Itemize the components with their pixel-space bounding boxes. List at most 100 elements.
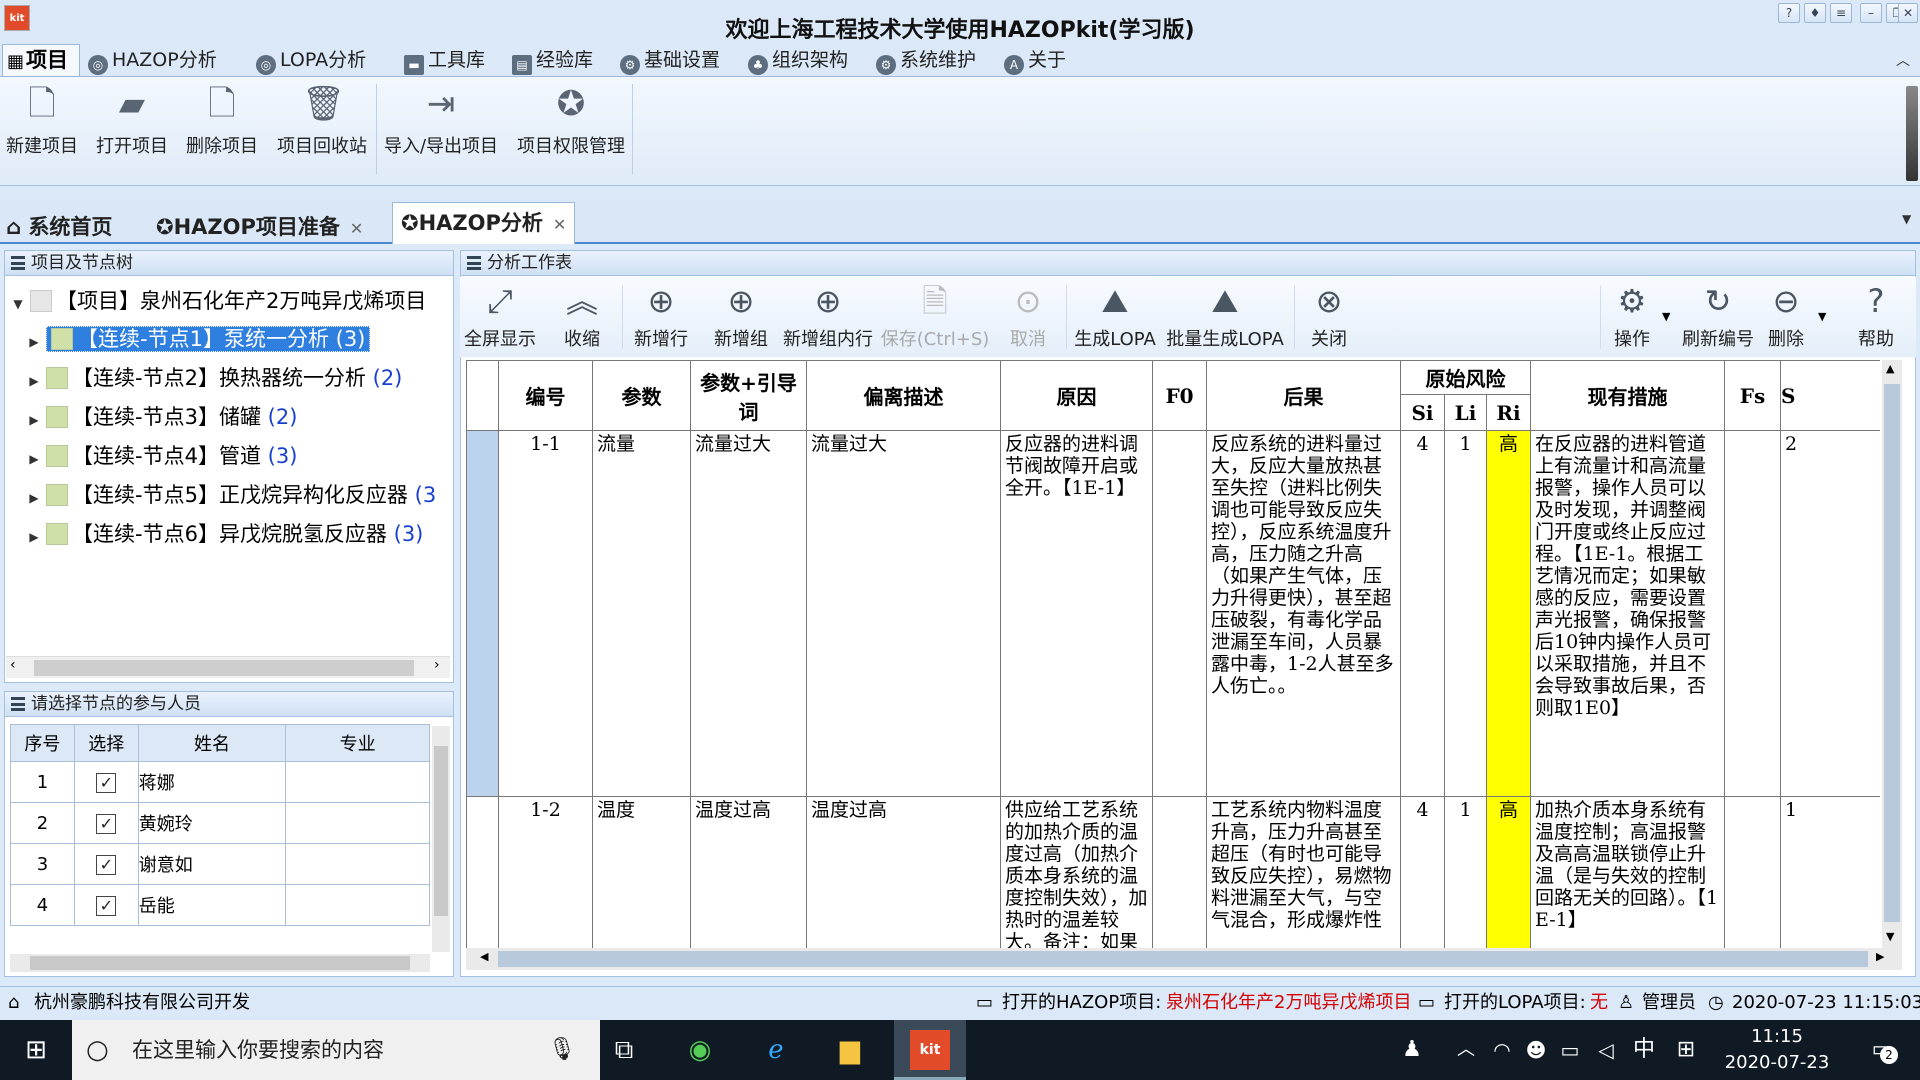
menu-item-org[interactable]: ♣ 组织架构 [748,46,848,75]
menu-item-about[interactable]: A 关于 [1004,46,1066,75]
cell-consequence[interactable]: 反应系统的进料量过大，反应大量放热甚至失控（进料比例失调也可能导致反应失控），反… [1206,430,1401,797]
row-selector[interactable] [466,430,499,797]
add-row-button[interactable]: ⊕ 新增行 [626,281,696,353]
microphone-icon[interactable]: 🎙 [548,1020,576,1080]
grid-horizontal-scrollbar[interactable]: ◀ ▶ [466,948,1902,970]
add-row-in-group-button[interactable]: ⊕ 新增组内行 [780,281,876,353]
tree-node-6[interactable]: ▶ 【连续-节点6】异戊烷脱氢反应器 (3) [22,517,462,551]
scrollbar-thumb[interactable] [34,660,414,676]
minimize-button[interactable]: – [1860,3,1882,23]
scroll-left-icon[interactable]: ◀ [480,950,488,963]
generate-lopa-button[interactable]: ⛰ 生成LOPA [1070,281,1160,353]
scroll-down-icon[interactable]: ▼ [1886,930,1894,943]
tree-node-3[interactable]: ▶ 【连续-节点3】储罐 (2) [22,400,462,434]
internet-explorer-icon[interactable]: ℯ [754,1028,798,1072]
cell-s[interactable]: 2 [1780,430,1880,797]
table-row[interactable]: 4 ✓ 岳能 [10,884,430,926]
expand-arrow-icon[interactable]: ▶ [22,520,46,551]
close-tab-icon[interactable]: ✕ [350,219,363,238]
cancel-button[interactable]: ⊙ 取消 [1000,281,1056,353]
select-checkbox[interactable]: ✓ [96,895,117,916]
cell-ri[interactable]: 高 [1486,430,1531,797]
close-window-button[interactable]: ✕ [1898,3,1918,23]
table-row[interactable]: 1-2 温度 温度过高 温度过高 供应给工艺系统的加热介质的温度过高（加热介质本… [466,796,1880,948]
tree-node-5[interactable]: ▶ 【连续-节点5】正戊烷异构化反应器 (3 [22,478,450,512]
new-project-button[interactable]: 🗋 新建项目 [4,82,80,178]
cell-measures[interactable]: 在反应器的进料管道上有流量计和高流量报警，操作人员可以及时发现，并调整阀门开度或… [1530,430,1725,797]
tree-root[interactable]: ▼ 【项目】泉州石化年产2万吨异戊烯项目 [6,284,446,318]
select-checkbox[interactable]: ✓ [96,772,117,793]
operations-button[interactable]: ⚙ 操作 [1606,281,1658,353]
expand-arrow-icon[interactable]: ▶ [22,364,46,395]
cell-param[interactable]: 流量 [592,430,691,797]
expand-arrow-icon[interactable]: ▶ [22,442,46,473]
scroll-left-icon[interactable]: ‹ [10,657,16,673]
menu-item-tools[interactable]: ▬ 工具库 [404,46,485,75]
cell-no[interactable]: 1-1 [498,430,593,797]
collapse-arrow-icon[interactable]: ▼ [6,287,30,318]
tab-list-dropdown-icon[interactable]: ▼ [1902,212,1911,226]
grid-vertical-scrollbar[interactable]: ▲ ▼ [1882,360,1902,948]
ime-mode-icon[interactable]: ⊞ [1664,1028,1708,1072]
table-row[interactable]: 1-1 流量 流量过大 流量过大 反应器的进料调节阀故障开启或全开。【1E-1】… [466,430,1880,797]
people-icon[interactable]: ♟ [1390,1028,1434,1072]
recycle-bin-button[interactable]: 🗑 项目回收站 [274,82,370,178]
refresh-numbering-button[interactable]: ↻ 刷新编号 [1680,281,1756,353]
scroll-right-icon[interactable]: › [434,657,440,673]
import-export-button[interactable]: ⇥ 导入/导出项目 [382,82,500,178]
select-checkbox[interactable]: ✓ [96,854,117,875]
scrollbar-thumb[interactable] [434,746,448,916]
cell-param-guide[interactable]: 流量过大 [690,430,807,797]
scrollbar-thumb[interactable] [498,951,1868,967]
help-button[interactable]: ? 帮助 [1850,281,1902,353]
cell-deviation[interactable]: 流量过大 [806,430,1001,797]
menu-item-project[interactable]: ▦项目 [2,44,80,76]
select-checkbox[interactable]: ✓ [96,813,117,834]
task-view-icon[interactable]: ⧉ [602,1028,646,1072]
open-project-button[interactable]: ▰ 打开项目 [94,82,170,178]
cell-fs[interactable] [1724,796,1781,948]
save-button[interactable]: 🗎 保存(Ctrl+S) [880,281,990,353]
cell-param-guide[interactable]: 温度过高 [690,796,807,948]
taskbar-search-box[interactable]: ○ 在这里输入你要搜索的内容 🎙 [72,1020,600,1080]
cell-cause[interactable]: 反应器的进料调节阀故障开启或全开。【1E-1】 [1000,430,1153,797]
delete-project-button[interactable]: 🗋 删除项目 [184,82,260,178]
browser-360-icon[interactable]: ◉ [678,1028,722,1072]
participants-vertical-scrollbar[interactable] [432,726,450,952]
cell-li[interactable]: 1 [1444,430,1487,797]
skin-icon[interactable]: ♦ [1804,3,1826,23]
fullscreen-button[interactable]: ⤢ 全屏显示 [462,281,538,353]
menu-item-basic-settings[interactable]: ⚙ 基础设置 [620,46,720,75]
cell-li[interactable]: 1 [1444,796,1487,948]
tab-home[interactable]: ⌂ 系统首页 [6,208,112,246]
add-group-button[interactable]: ⊕ 新增组 [706,281,776,353]
expand-arrow-icon[interactable]: ▶ [22,325,46,356]
scroll-up-icon[interactable]: ▲ [1886,362,1894,375]
system-clock[interactable]: 11:15 2020-07-23 [1712,1024,1842,1076]
tree-horizontal-scrollbar[interactable]: ‹ › [6,656,450,678]
cell-param[interactable]: 温度 [592,796,691,948]
cell-consequence[interactable]: 工艺系统内物料温度升高，压力升高甚至超压（有时也可能导致反应失控），易燃物料泄漏… [1206,796,1401,948]
cell-deviation[interactable]: 温度过高 [806,796,1001,948]
table-row[interactable]: 3 ✓ 谢意如 [10,843,430,885]
cell-f0[interactable] [1152,430,1207,797]
ime-indicator[interactable]: 中 [1622,1028,1666,1072]
menu-item-experience[interactable]: ▤ 经验库 [512,46,593,75]
hazopkit-taskbar-button[interactable]: kit [894,1020,966,1080]
row-selector[interactable] [466,796,499,948]
project-permissions-button[interactable]: ✪ 项目权限管理 [514,82,628,178]
cell-f0[interactable] [1152,796,1207,948]
cell-cause[interactable]: 供应给工艺系统的加热介质的温度过高（加热介质本身系统的温度控制失效），加热时的温… [1000,796,1153,948]
menu-item-lopa[interactable]: ◎ LOPA分析 [256,46,366,75]
cell-fs[interactable] [1724,430,1781,797]
cell-si[interactable]: 4 [1400,430,1445,797]
collapse-ribbon-icon[interactable]: ︿ [1896,50,1910,70]
cell-s[interactable]: 1 [1780,796,1880,948]
help-window-icon[interactable]: ? [1778,3,1800,23]
expand-arrow-icon[interactable]: ▶ [22,481,46,512]
scroll-right-icon[interactable]: ▶ [1876,950,1884,963]
menu-item-hazop[interactable]: ◎ HAZOP分析 [88,46,217,75]
dropdown-arrow-icon[interactable]: ▼ [1818,310,1826,323]
participants-horizontal-scrollbar[interactable] [10,954,430,972]
cell-ri[interactable]: 高 [1486,796,1531,948]
